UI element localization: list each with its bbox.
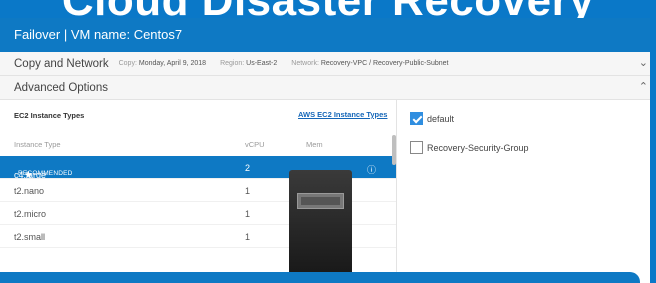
advanced-options-section[interactable]: Advanced Options ⌃ [0,76,650,100]
copy-and-network-section[interactable]: Copy and Network Copy: Monday, April 9, … [0,52,650,76]
region-meta: Region: Us-East-2 [220,60,278,67]
column-header-instance-type: Instance Type [14,140,61,149]
info-icon[interactable]: ⓘ [367,163,376,176]
checkbox-unchecked[interactable] [410,141,423,154]
recommended-badge: RECOMMENDED [18,170,73,177]
instance-type-cell: t2.small [14,232,46,242]
section-label: Advanced Options [14,81,108,94]
security-group-default[interactable]: default [410,112,454,125]
instance-type-cell: t2.micro [14,209,47,219]
copy-meta: Copy: Monday, April 9, 2018 [118,60,207,67]
server-tower-icon [289,170,352,283]
table-header: Instance Type vCPU Mem [0,130,396,156]
bottom-bar [0,272,640,283]
vcpu-cell: 1 [245,232,251,242]
drive-bay [297,193,344,209]
vcpu-cell: 1 [245,186,251,196]
instance-types-title: EC2 Instance Types [14,111,85,120]
chevron-down-icon[interactable]: ⌄ [639,56,648,69]
security-groups-pane: default Recovery-Security-Group [398,100,650,283]
instance-type-cell: t2.nano [14,186,45,196]
column-header-mem: Mem [306,140,323,149]
section-label: Copy and Network [14,57,109,70]
chevron-up-icon[interactable]: ⌃ [639,80,648,93]
security-group-label: Recovery-Security-Group [427,142,529,153]
vcpu-cell: 2 [245,163,251,173]
security-group-label: default [427,113,455,124]
security-group-recovery[interactable]: Recovery-Security-Group [410,141,529,154]
network-meta: Network: Recovery-VPC / Recovery-Public-… [291,60,449,67]
window-title: Failover | VM name: Centos7 [0,18,650,52]
column-header-vcpu: vCPU [245,140,265,149]
checkbox-checked[interactable] [410,112,423,125]
aws-instance-types-link[interactable]: AWS EC2 Instance Types [298,110,387,119]
vcpu-cell: 1 [245,209,251,219]
scrollbar[interactable] [392,135,396,165]
